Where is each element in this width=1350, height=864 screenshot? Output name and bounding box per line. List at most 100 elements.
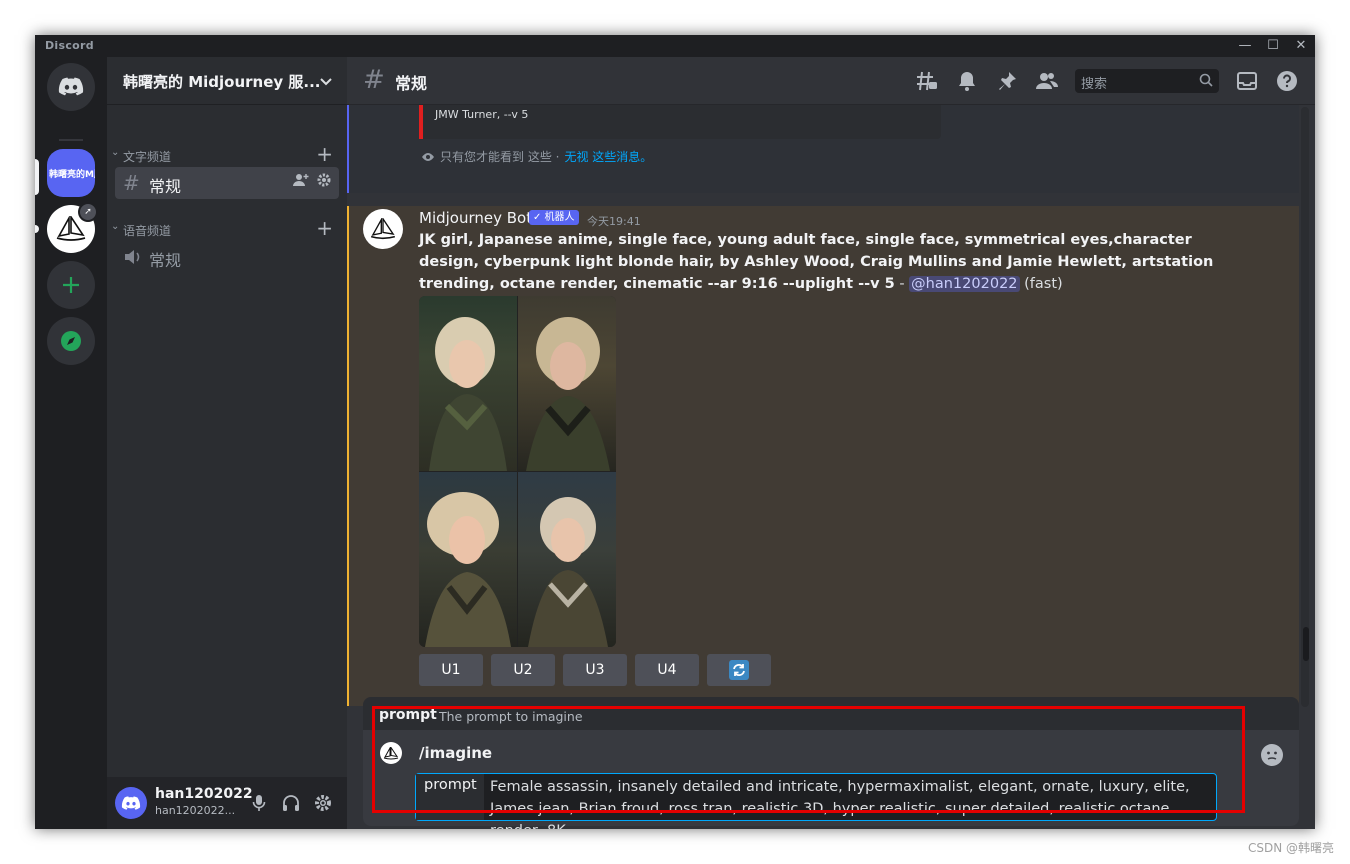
pin-icon[interactable] [995, 69, 1019, 93]
generated-image-3[interactable] [419, 472, 517, 647]
hash-icon: # [363, 65, 385, 95]
invite-icon[interactable] [292, 173, 309, 187]
reroll-icon [729, 660, 749, 680]
watermark: CSDN @韩曙亮 [1247, 841, 1334, 855]
explore-servers-button[interactable] [47, 317, 95, 365]
user-mention[interactable]: @han1202022 [909, 276, 1020, 292]
reroll-button[interactable] [707, 654, 771, 686]
search-placeholder: 搜索 [1081, 77, 1108, 92]
message-timestamp: 今天19:41 [587, 215, 641, 228]
message-separator: - [894, 276, 910, 292]
bot-message: Midjourney Bot ✓ 机器人 今天19:41 JK girl, Ja… [347, 206, 1299, 706]
channel-title: 常规 [395, 74, 428, 93]
user-tag: han1202022... [155, 804, 236, 817]
command-option-name: prompt [379, 707, 437, 723]
speaker-icon [125, 250, 140, 264]
upscale-4-button[interactable]: U4 [635, 654, 699, 686]
plus-icon [63, 277, 79, 293]
discord-logo-icon [121, 795, 141, 810]
search-icon [1199, 73, 1213, 87]
channel-voice-general[interactable]: 常规 [115, 241, 339, 273]
message-composer: /imagine prompt Female assassin, insanel… [363, 730, 1299, 829]
threads-icon[interactable] [915, 69, 939, 93]
embed-text: JMW Turner, --v 5 [435, 108, 529, 121]
dismiss-message-link[interactable]: 无视 这些消息。 [564, 148, 652, 165]
message-prompt: JK girl, Japanese anime, single face, yo… [419, 232, 1214, 292]
gear-icon[interactable] [317, 173, 331, 187]
title-bar: Discord — ☐ ✕ [35, 35, 1315, 57]
generated-image-2[interactable] [518, 296, 616, 471]
chevron-down-icon: ⌄ [111, 147, 120, 158]
category-voice-channels[interactable]: ⌄ 语音频道 + [107, 216, 347, 240]
channel-name: 常规 [149, 251, 182, 270]
hash-icon: # [123, 171, 140, 195]
prompt-input[interactable]: prompt Female assassin, insanely detaile… [415, 773, 1217, 829]
upscale-2-button[interactable]: U2 [491, 654, 555, 686]
chat-area: # 常规 搜索 JMW Turner, --v 5 只有您才能看到 这些 · 无… [347, 57, 1315, 829]
category-text-channels[interactable]: ⌄ 文字频道 + [107, 142, 347, 166]
embed: JMW Turner, --v 5 [419, 105, 941, 139]
slash-command-name: /imagine [419, 744, 493, 762]
server-hanlx[interactable]: 韩曙亮的M服务器 [47, 149, 95, 197]
channel-sidebar: 韩曙亮的 Midjourney 服... ⌄ 文字频道 + # 常规 ⌄ 语音频… [107, 57, 347, 829]
server-midjourney[interactable]: ➚ [47, 202, 98, 253]
add-server-button[interactable] [47, 261, 95, 309]
bell-icon[interactable] [955, 69, 979, 93]
chevron-down-icon [320, 78, 332, 86]
generated-image-1[interactable] [419, 296, 517, 471]
direct-messages-button[interactable] [47, 63, 95, 111]
scrollbar-thumb[interactable] [1303, 627, 1309, 661]
search-input[interactable]: 搜索 [1075, 69, 1219, 93]
discord-window: Discord — ☐ ✕ 韩曙亮的M服务器 ➚ 韩曙亮的 Midjourney… [35, 35, 1315, 829]
server-rail: 韩曙亮的M服务器 ➚ [35, 57, 107, 829]
category-label: 语音频道 [123, 224, 172, 238]
bot-badge: ✓ 机器人 [529, 210, 579, 225]
ephemeral-note: 只有您才能看到 这些 · 无视 这些消息。 [421, 148, 652, 165]
server-hanlx-label: 韩曙亮的M服务器 [49, 169, 95, 180]
channel-name: 常规 [149, 177, 182, 196]
close-button[interactable]: ✕ [1287, 35, 1315, 57]
chevron-down-icon: ⌄ [111, 221, 120, 232]
minimize-button[interactable]: — [1231, 35, 1259, 57]
maximize-button[interactable]: ☐ [1259, 35, 1287, 57]
eye-icon [422, 152, 434, 161]
channel-text-general[interactable]: # 常规 [115, 167, 339, 199]
message-author[interactable]: Midjourney Bot [419, 209, 532, 227]
avatar[interactable] [363, 209, 403, 249]
rocket-icon: ➚ [80, 204, 96, 220]
previous-ephemeral-message: JMW Turner, --v 5 只有您才能看到 这些 · 无视 这些消息。 [347, 105, 1299, 193]
generated-image-4[interactable] [518, 472, 616, 647]
upscale-1-button[interactable]: U1 [419, 654, 483, 686]
inbox-icon[interactable] [1235, 69, 1259, 93]
create-channel-icon[interactable]: + [316, 216, 333, 240]
image-grid[interactable] [419, 296, 616, 647]
create-channel-icon[interactable]: + [316, 142, 333, 166]
guild-header[interactable]: 韩曙亮的 Midjourney 服... [107, 57, 347, 105]
prompt-field-value[interactable]: Female assassin, insanely detailed and i… [490, 776, 1210, 829]
compass-icon [61, 331, 81, 351]
members-icon[interactable] [1035, 69, 1059, 93]
microphone-icon[interactable] [247, 791, 271, 815]
boost-badge: ➚ [78, 202, 98, 222]
upscale-3-button[interactable]: U3 [563, 654, 627, 686]
unread-server-indicator [35, 225, 39, 233]
user-panel: han1202022 han1202022... [107, 777, 347, 829]
prompt-field-label: prompt [416, 774, 484, 820]
gear-icon[interactable] [311, 791, 335, 815]
ephemeral-text: 只有您才能看到 这些 · [440, 150, 560, 164]
help-icon[interactable] [1275, 69, 1299, 93]
discord-logo-icon [58, 77, 84, 96]
app-title: Discord [45, 39, 94, 52]
avatar[interactable] [115, 787, 147, 819]
guild-name: 韩曙亮的 Midjourney 服... [123, 73, 321, 91]
message-content: JK girl, Japanese anime, single face, yo… [419, 229, 1239, 295]
scrollbar-track[interactable] [1301, 107, 1309, 707]
emoji-icon[interactable] [1261, 744, 1283, 766]
message-mode: (fast) [1019, 276, 1063, 292]
username: han1202022 [155, 786, 253, 802]
category-label: 文字频道 [123, 150, 172, 164]
headphones-icon[interactable] [279, 791, 303, 815]
midjourney-logo-icon [370, 218, 396, 240]
rail-separator [59, 139, 83, 141]
selected-server-indicator [35, 159, 39, 195]
